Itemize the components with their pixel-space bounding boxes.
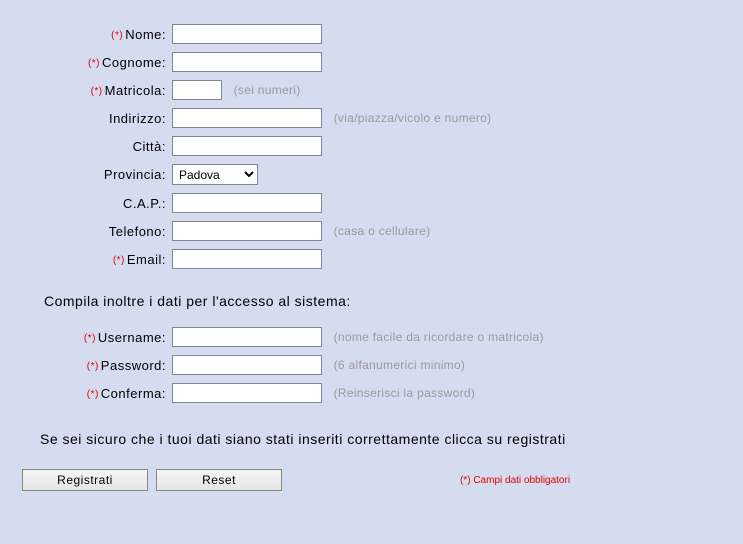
label-provincia: Provincia:	[22, 167, 172, 182]
label-cognome: (*)Cognome:	[22, 55, 172, 70]
username-input[interactable]	[172, 327, 322, 347]
required-marker: (*)	[87, 361, 99, 372]
matricola-input[interactable]	[172, 80, 222, 100]
nome-input[interactable]	[172, 24, 322, 44]
label-telefono: Telefono:	[22, 224, 172, 239]
hint-telefono: (casa o cellulare)	[334, 224, 431, 238]
button-row: Registrati Reset (*) Campi dati obbligat…	[22, 469, 721, 491]
row-cap: C.A.P.:	[22, 193, 721, 213]
registration-form: (*)Nome: (*)Cognome: (*)Matricola: (sei …	[0, 0, 743, 511]
cognome-input[interactable]	[172, 52, 322, 72]
label-nome: (*)Nome:	[22, 27, 172, 42]
conferma-input[interactable]	[172, 383, 322, 403]
section-access-heading: Compila inoltre i dati per l'accesso al …	[44, 293, 721, 309]
label-password: (*)Password:	[22, 358, 172, 373]
email-input[interactable]	[172, 249, 322, 269]
label-cap: C.A.P.:	[22, 196, 172, 211]
row-username: (*)Username: (nome facile da ricordare o…	[22, 327, 721, 347]
required-marker: (*)	[87, 389, 99, 400]
row-indirizzo: Indirizzo: (via/piazza/vicolo e numero)	[22, 108, 721, 128]
hint-password: (6 alfanumerici minimo)	[334, 358, 466, 372]
label-conferma: (*)Conferma:	[22, 386, 172, 401]
row-telefono: Telefono: (casa o cellulare)	[22, 221, 721, 241]
row-email: (*)Email:	[22, 249, 721, 269]
hint-conferma: (Reinserisci la password)	[334, 386, 476, 400]
password-input[interactable]	[172, 355, 322, 375]
indirizzo-input[interactable]	[172, 108, 322, 128]
reset-button[interactable]: Reset	[156, 469, 282, 491]
required-marker: (*)	[91, 86, 103, 97]
row-matricola: (*)Matricola: (sei numeri)	[22, 80, 721, 100]
hint-indirizzo: (via/piazza/vicolo e numero)	[334, 111, 492, 125]
provincia-select[interactable]: Padova	[172, 164, 258, 185]
row-cognome: (*)Cognome:	[22, 52, 721, 72]
label-citta: Città:	[22, 139, 172, 154]
label-matricola: (*)Matricola:	[22, 83, 172, 98]
required-marker: (*)	[88, 58, 100, 69]
required-marker: (*)	[113, 255, 125, 266]
row-conferma: (*)Conferma: (Reinserisci la password)	[22, 383, 721, 403]
citta-input[interactable]	[172, 136, 322, 156]
row-citta: Città:	[22, 136, 721, 156]
label-email: (*)Email:	[22, 252, 172, 267]
required-marker: (*)	[111, 30, 123, 41]
label-indirizzo: Indirizzo:	[22, 111, 172, 126]
row-nome: (*)Nome:	[22, 24, 721, 44]
hint-username: (nome facile da ricordare o matricola)	[334, 330, 544, 344]
hint-matricola: (sei numeri)	[234, 83, 301, 97]
row-password: (*)Password: (6 alfanumerici minimo)	[22, 355, 721, 375]
submit-button[interactable]: Registrati	[22, 469, 148, 491]
required-footnote: (*) Campi dati obbligatori	[460, 475, 570, 486]
telefono-input[interactable]	[172, 221, 322, 241]
required-marker: (*)	[84, 333, 96, 344]
cap-input[interactable]	[172, 193, 322, 213]
confirm-instruction: Se sei sicuro che i tuoi dati siano stat…	[40, 431, 721, 447]
label-username: (*)Username:	[22, 330, 172, 345]
row-provincia: Provincia: Padova	[22, 164, 721, 185]
